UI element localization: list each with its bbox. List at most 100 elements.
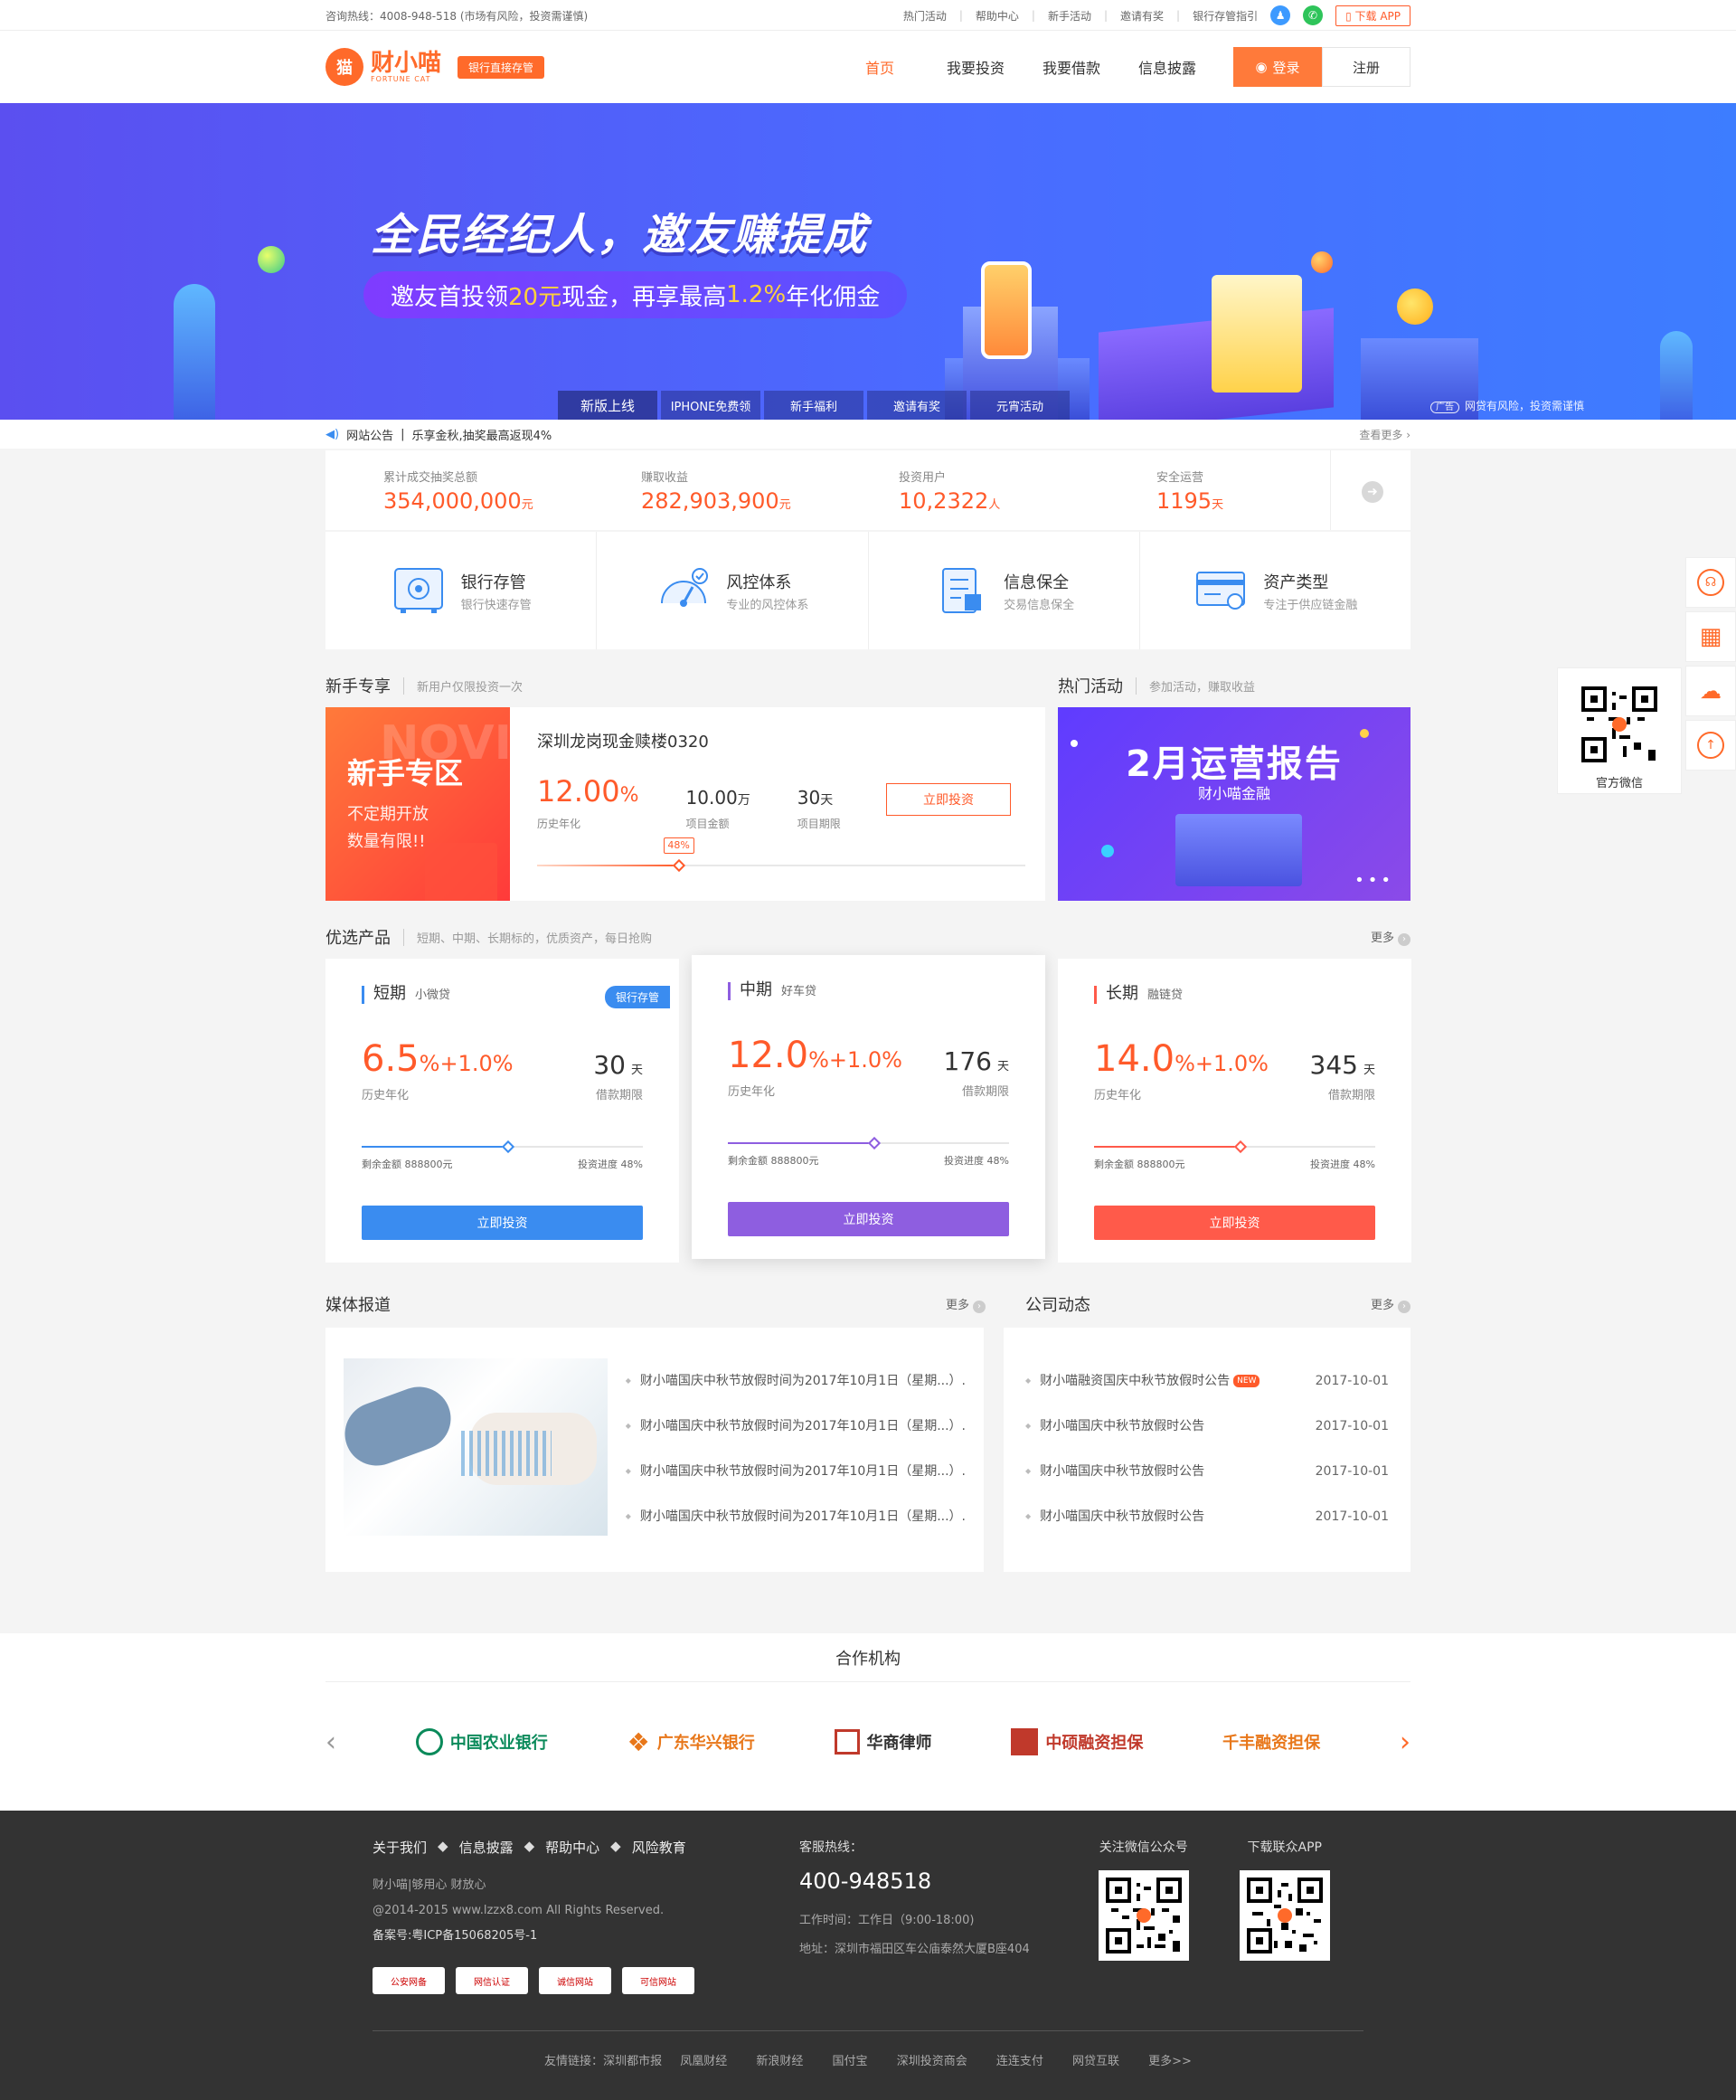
- company-more-link[interactable]: 更多 ›: [1371, 1295, 1410, 1313]
- top-link-bank-guide[interactable]: 银行存管指引: [1193, 8, 1258, 24]
- friend-link[interactable]: 网贷互联: [1072, 2055, 1119, 2068]
- more-dots-icon[interactable]: •••: [1354, 871, 1394, 890]
- side-back-to-top[interactable]: ↑: [1685, 720, 1736, 771]
- top-link-hot[interactable]: 热门活动: [903, 8, 947, 24]
- hot-activity-sub: 财小喵金融: [1197, 785, 1270, 802]
- feature-asset-type[interactable]: 资产类型 专注于供应链金融: [1140, 532, 1410, 649]
- notice-more-link[interactable]: 查看更多 ›: [1359, 427, 1410, 442]
- top-links: 热门活动 | 帮助中心 | 新手活动 | 邀请有奖 | 银行存管指引 ♟ ✆ ▯ 下载 …: [903, 5, 1410, 26]
- bank-custody-badge: 银行存管: [604, 986, 670, 1008]
- bank-custody-tag: 银行直接存管: [458, 55, 545, 79]
- partner-logo[interactable]: 中硕融资担保: [1011, 1728, 1143, 1755]
- stat-item: 累计成交抽奖总额 354,000,000元: [383, 470, 533, 514]
- calculator-icon: ▦: [1699, 623, 1722, 650]
- invest-button[interactable]: 立即投资: [728, 1202, 1009, 1236]
- wechat-icon[interactable]: ✆: [1303, 5, 1324, 25]
- product-card-long[interactable]: 长期 融链贷 14.0%+1.0% 345 天 历史年化 借款期限 剩余金额 88880…: [1058, 959, 1411, 1263]
- nav-home[interactable]: 首页: [832, 56, 928, 78]
- partner-logo[interactable]: 千丰融资担保: [1222, 1730, 1320, 1754]
- phone-illustration: [981, 261, 1032, 359]
- banner-tab[interactable]: 元宵活动: [970, 391, 1070, 420]
- police-badge[interactable]: 公安网备: [373, 1967, 445, 1994]
- notice-text[interactable]: 乐享金秋,抽奖最高返现4%: [411, 426, 552, 443]
- banner-tab[interactable]: 新版上线: [558, 391, 657, 420]
- feature-risk-control[interactable]: 风控体系 专业的风控体系: [597, 532, 869, 649]
- products-more-link[interactable]: 更多 ›: [1371, 928, 1410, 946]
- friend-link[interactable]: 新浪财经: [756, 2055, 803, 2068]
- novice-product-name[interactable]: 深圳龙岗现金赎楼0320: [537, 729, 1027, 752]
- side-calculator[interactable]: ▦: [1685, 611, 1736, 662]
- qq-icon[interactable]: ♟: [1270, 5, 1291, 25]
- cert-badge[interactable]: 网信认证: [456, 1967, 528, 1994]
- footer-link-risk[interactable]: 风险教育: [632, 1838, 686, 1857]
- media-photo[interactable]: [344, 1358, 608, 1536]
- gauge-icon: [656, 564, 712, 617]
- footer-link-help[interactable]: 帮助中心: [545, 1838, 599, 1857]
- company-item[interactable]: 财小喵国庆中秋节放假时公告2017-10-01: [1025, 1404, 1389, 1449]
- user-icon: ◉: [1255, 60, 1268, 75]
- company-panel: 财小喵融资国庆中秋节放假时公告NEW2017-10-01 财小喵国庆中秋节放假时…: [1004, 1328, 1410, 1572]
- arrow-right-icon[interactable]: ➜: [1362, 481, 1383, 503]
- address: 地址：深圳市福田区车公庙泰然大厦B座404: [799, 1943, 1030, 1956]
- friend-link[interactable]: 深圳都市报: [603, 2055, 662, 2068]
- register-button[interactable]: 注册: [1322, 47, 1410, 87]
- footer-link-about[interactable]: 关于我们: [373, 1838, 427, 1857]
- service-phone: 400-948518: [799, 1868, 932, 1894]
- footer: 关于我们 ◆ 信息披露 ◆ 帮助中心 ◆ 风险教育 财小喵|够用心 财放心 @2014…: [0, 1811, 1736, 2100]
- speaker-icon: ◀): [326, 427, 340, 441]
- arrow-up-icon: ↑: [1697, 732, 1724, 759]
- partner-logo[interactable]: 华商律师: [834, 1729, 932, 1755]
- hero-banner[interactable]: 全民经纪人，邀友赚提成 邀友首投领 20元 现金，再享最高 1.2% 年化佣金 新版上线…: [0, 103, 1736, 420]
- ad-note: 广告 网贷有风险，投资需谨慎: [1430, 398, 1584, 413]
- friend-link-more[interactable]: 更多>>: [1148, 2055, 1192, 2068]
- chevron-right-icon[interactable]: ›: [1400, 1726, 1410, 1758]
- media-item[interactable]: 财小喵国庆中秋节放假时间为2017年10月1日（星期...）.: [626, 1449, 966, 1494]
- company-item[interactable]: 财小喵国庆中秋节放假时公告2017-10-01: [1025, 1449, 1389, 1494]
- feature-info-security[interactable]: 信息保全 交易信息保全: [869, 532, 1140, 649]
- download-app-button[interactable]: ▯ 下载 APP: [1335, 5, 1410, 26]
- friend-link[interactable]: 连连支付: [996, 2055, 1043, 2068]
- media-item[interactable]: 财小喵国庆中秋节放假时间为2017年10月1日（星期...）.: [626, 1358, 966, 1404]
- friend-link[interactable]: 深圳投资商会: [897, 2055, 967, 2068]
- friend-link[interactable]: 国付宝: [833, 2055, 868, 2068]
- logo[interactable]: 猫 财小喵 FORTUNE CAT 银行直接存管: [326, 48, 545, 86]
- side-toolbar: ☊ ▦ ☁ ↑: [1685, 557, 1736, 774]
- novice-invest-button[interactable]: 立即投资: [886, 783, 1011, 816]
- footer-link-disclosure[interactable]: 信息披露: [459, 1838, 514, 1857]
- company-item[interactable]: 财小喵融资国庆中秋节放假时公告NEW2017-10-01: [1025, 1358, 1389, 1404]
- partner-logo[interactable]: ❖ 广东华兴银行: [627, 1727, 755, 1757]
- hot-activity-card[interactable]: 2月运营报告 财小喵金融 •••: [1058, 707, 1410, 901]
- top-link-help[interactable]: 帮助中心: [976, 8, 1019, 24]
- chevron-left-icon[interactable]: ‹: [326, 1726, 336, 1758]
- banner-tab[interactable]: 新手福利: [764, 391, 863, 420]
- media-more-link[interactable]: 更多 ›: [946, 1295, 986, 1313]
- footer-slogan: 财小喵|够用心 财放心: [373, 1878, 486, 1892]
- nav-invest[interactable]: 我要投资: [928, 56, 1024, 78]
- nav-disclosure[interactable]: 信息披露: [1119, 56, 1215, 78]
- novice-zone-bg-text: NOVIC: [380, 716, 510, 771]
- credible-badge[interactable]: 可信网站: [622, 1967, 694, 1994]
- banner-tab[interactable]: IPHONE免费领: [661, 391, 760, 420]
- top-link-invite[interactable]: 邀请有奖: [1120, 8, 1164, 24]
- product-card-mid[interactable]: 中期 好车贷 12.0%+1.0% 176 天 历史年化 借款期限 剩余金额 88880…: [692, 955, 1045, 1259]
- product-card-short[interactable]: 短期 小微贷 银行存管 6.5%+1.0% 30 天 历史年化 借款期限 剩余金额 88…: [326, 959, 679, 1263]
- nav-borrow[interactable]: 我要借款: [1024, 56, 1119, 78]
- invest-button[interactable]: 立即投资: [1094, 1206, 1375, 1240]
- friend-link[interactable]: 凤凰财经: [680, 2055, 727, 2068]
- side-wechat[interactable]: ☁: [1685, 666, 1736, 716]
- side-customer-service[interactable]: ☊: [1685, 557, 1736, 608]
- partner-logo[interactable]: 中国农业银行: [415, 1728, 548, 1755]
- media-item[interactable]: 财小喵国庆中秋节放假时间为2017年10月1日（星期...）.: [626, 1404, 966, 1449]
- decor-bubble: [1311, 251, 1333, 273]
- login-button[interactable]: ◉ 登录: [1233, 47, 1322, 87]
- risk-text: (市场有风险，投资需谨慎): [459, 9, 589, 23]
- novice-zone[interactable]: NOVIC 新手专区 不定期开放数量有限!!: [326, 707, 510, 901]
- feature-bank-custody[interactable]: 银行存管 银行快速存管: [326, 532, 598, 649]
- trust-badge[interactable]: 诚信网站: [539, 1967, 611, 1994]
- company-item[interactable]: 财小喵国庆中秋节放假时公告2017-10-01: [1025, 1494, 1389, 1539]
- banner-tab[interactable]: 邀请有奖: [867, 391, 967, 420]
- media-item[interactable]: 财小喵国庆中秋节放假时间为2017年10月1日（星期...）.: [626, 1494, 966, 1539]
- app-qr-code: [1239, 1870, 1330, 1961]
- invest-button[interactable]: 立即投资: [362, 1206, 643, 1240]
- top-link-newbie[interactable]: 新手活动: [1048, 8, 1091, 24]
